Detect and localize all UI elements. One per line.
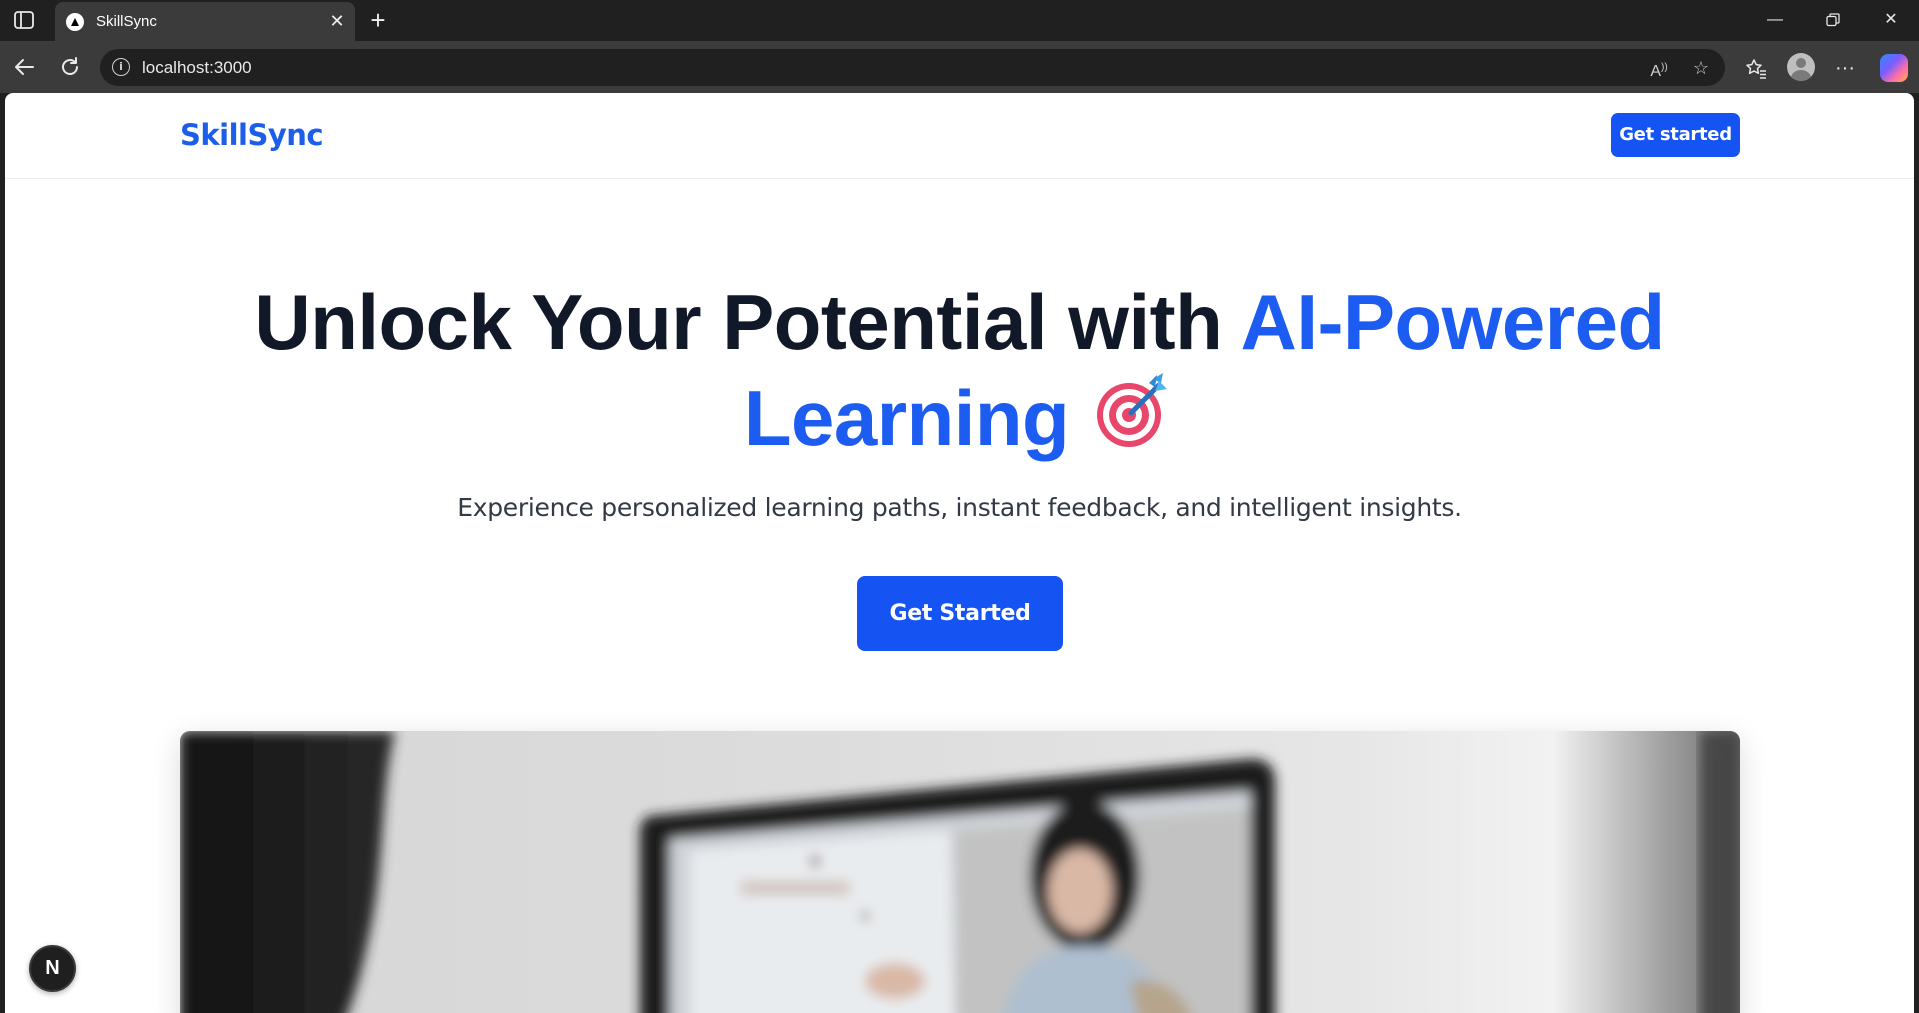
- page-viewport: SkillSync Get started Unlock Your Potent…: [5, 93, 1914, 1013]
- hero-title-accent: AI-Powered: [1240, 278, 1666, 366]
- browser-tab[interactable]: SkillSync ✕: [55, 2, 355, 41]
- favorites-icon[interactable]: [1741, 53, 1771, 83]
- hero-title-accent-second: Learning: [743, 374, 1070, 462]
- info-icon[interactable]: i: [112, 58, 130, 76]
- back-arrow-icon[interactable]: [10, 53, 38, 81]
- hero-title: Unlock Your Potential with AI-Powered Le…: [5, 275, 1914, 465]
- browser-tab-bar: SkillSync ✕ + — ✕: [0, 0, 1919, 41]
- tab-title: SkillSync: [96, 13, 157, 30]
- minimize-icon[interactable]: —: [1755, 6, 1795, 34]
- address-bar[interactable]: i localhost:3000 A)) ☆: [100, 49, 1725, 86]
- site-logo[interactable]: SkillSync: [180, 118, 324, 152]
- copilot-icon[interactable]: [1880, 54, 1908, 82]
- tab-favicon-icon: [66, 13, 84, 31]
- browser-toolbar: i localhost:3000 A)) ☆ ···: [0, 41, 1919, 93]
- hero-get-started-button[interactable]: Get Started: [857, 576, 1063, 651]
- hero-title-text: Unlock Your Potential with: [254, 278, 1241, 366]
- sidebar-toggle-icon[interactable]: [12, 9, 38, 31]
- reload-icon[interactable]: [56, 53, 84, 81]
- url-text[interactable]: localhost:3000: [142, 58, 252, 78]
- site-header: SkillSync Get started: [5, 93, 1914, 179]
- read-aloud-icon[interactable]: A)): [1648, 57, 1670, 80]
- restore-icon[interactable]: [1813, 6, 1853, 34]
- hero-image: [180, 731, 1740, 1013]
- close-window-icon[interactable]: ✕: [1871, 6, 1911, 34]
- close-icon[interactable]: ✕: [327, 11, 347, 31]
- hero-subtitle: Experience personalized learning paths, …: [457, 493, 1462, 522]
- more-icon[interactable]: ···: [1830, 53, 1860, 83]
- nextjs-dev-badge[interactable]: N: [29, 945, 76, 992]
- plus-icon[interactable]: +: [364, 6, 392, 34]
- target-icon: [1093, 369, 1175, 451]
- star-icon[interactable]: ☆: [1690, 57, 1712, 79]
- header-get-started-button[interactable]: Get started: [1611, 113, 1740, 157]
- profile-icon[interactable]: [1787, 53, 1815, 81]
